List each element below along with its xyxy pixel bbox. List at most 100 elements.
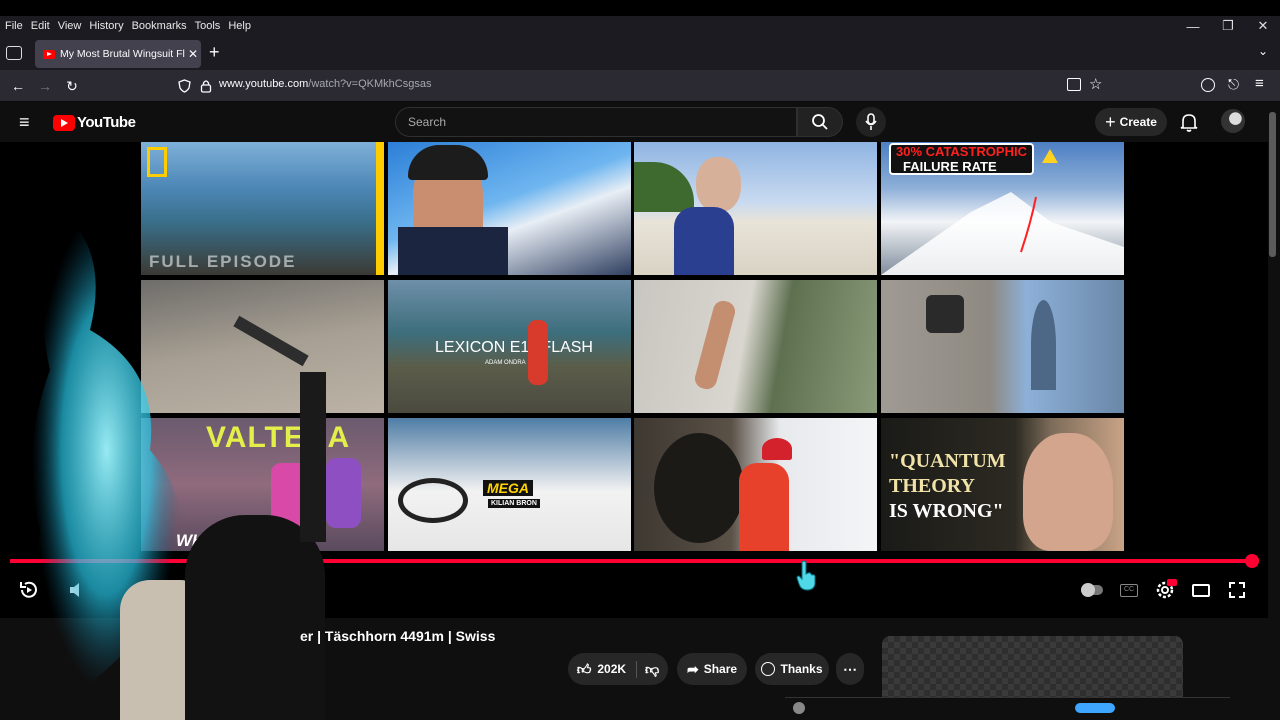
- fullscreen-icon[interactable]: [1226, 579, 1248, 601]
- thanks-button[interactable]: Thanks: [755, 653, 829, 685]
- notifications-bell-icon[interactable]: [1178, 111, 1200, 133]
- bike-wheel-shape: [398, 478, 468, 523]
- tile-caption-3: IS WRONG": [889, 500, 1004, 522]
- create-button[interactable]: + Create: [1095, 108, 1167, 136]
- skyline-shape: [1031, 300, 1056, 390]
- forward-icon[interactable]: →: [34, 76, 56, 96]
- cave-shape: [654, 433, 744, 543]
- person-shirt: [674, 207, 734, 275]
- close-window-icon[interactable]: ✕: [1245, 16, 1280, 36]
- climber-figure: [692, 298, 738, 392]
- tile-caption-2: KILIAN BRON: [488, 499, 540, 508]
- reload-icon[interactable]: ↻: [61, 76, 83, 96]
- endscreen-video-6[interactable]: LEXICON E11 FLASH ADAM ONDRA: [388, 280, 631, 413]
- user-avatar[interactable]: [1221, 109, 1245, 133]
- thumbs-up-icon: 👍︎: [576, 660, 592, 677]
- url-path: /watch?v=QKMkhCsgsas: [308, 78, 432, 90]
- embedded-mini-window: [785, 697, 1230, 720]
- microphone-icon: [865, 113, 877, 130]
- mini-avatar: [793, 702, 805, 714]
- shield-icon[interactable]: [178, 79, 191, 93]
- youtube-header: ≡ YouTube Search + Create: [0, 102, 1280, 142]
- trees-shape: [634, 162, 694, 212]
- microphone-stand: [300, 372, 326, 542]
- menu-bar: File Edit View History Bookmarks Tools H…: [0, 16, 1280, 36]
- tile-caption: "QUANTUM: [889, 450, 1006, 472]
- youtube-favicon-icon: [43, 49, 55, 59]
- list-tabs-icon[interactable]: ⌄: [1258, 44, 1268, 58]
- youtube-play-icon: [53, 114, 75, 131]
- mountain-shape: [881, 192, 1124, 275]
- menu-help[interactable]: Help: [228, 20, 251, 32]
- tile-caption: 30% CATASTROPHIC: [896, 144, 1027, 159]
- search-button[interactable]: [797, 107, 843, 137]
- navigation-bar: ← → ↻ www.youtube.com/watch?v=QKMkhCsgsa…: [0, 70, 1280, 102]
- captions-icon[interactable]: CC: [1118, 579, 1140, 601]
- autoplay-toggle[interactable]: [1081, 579, 1103, 601]
- tab-overview-icon[interactable]: [6, 46, 22, 60]
- person-head: [1023, 433, 1113, 551]
- helmet-shape: [762, 438, 792, 460]
- video-title: er | Täschhorn 4491m | Swiss: [300, 628, 496, 644]
- tile-caption-2: ADAM ONDRA: [485, 360, 526, 366]
- tile-caption-2: FAILURE RATE: [903, 159, 997, 174]
- back-icon[interactable]: ←: [7, 76, 29, 96]
- create-label: Create: [1119, 115, 1157, 129]
- app-menu-icon[interactable]: ≡: [1255, 75, 1264, 92]
- endscreen-video-10[interactable]: MEGA KILIAN BRON: [388, 418, 631, 551]
- share-arrow-icon: ➦: [686, 660, 699, 677]
- restore-icon[interactable]: ❐: [1210, 16, 1246, 36]
- search-input[interactable]: Search: [395, 107, 797, 137]
- like-dislike-group: 👍︎ 202K 👎︎: [568, 653, 668, 685]
- account-icon[interactable]: [1201, 78, 1215, 92]
- endscreen-video-3[interactable]: [634, 142, 877, 275]
- reader-view-icon[interactable]: [1067, 78, 1081, 91]
- climber-jacket-shape: [739, 463, 789, 551]
- share-label: Share: [703, 662, 738, 676]
- endscreen-video-8[interactable]: [881, 280, 1124, 413]
- endscreen-video-2[interactable]: [388, 142, 631, 275]
- minimize-icon[interactable]: —: [1175, 16, 1211, 36]
- climber-figure: [528, 320, 548, 385]
- extensions-icon[interactable]: ⎋: [1228, 76, 1239, 93]
- menu-tools[interactable]: Tools: [195, 20, 221, 32]
- bookmark-star-icon[interactable]: ☆: [1089, 75, 1102, 93]
- tab-close-icon[interactable]: ✕: [185, 47, 201, 61]
- tab-active[interactable]: My Most Brutal Wingsuit Flight ✕: [35, 40, 201, 68]
- settings-gear-icon[interactable]: [1154, 579, 1177, 601]
- tile-caption: MEGA: [483, 480, 533, 496]
- menu-file[interactable]: File: [5, 20, 23, 32]
- menu-history[interactable]: History: [89, 20, 123, 32]
- youtube-logo-text: YouTube: [77, 114, 136, 131]
- thanks-icon: [761, 662, 776, 676]
- hand-cursor-icon: [796, 560, 816, 591]
- tile-caption: LEXICON E11 FLASH: [435, 339, 593, 356]
- menu-bookmarks[interactable]: Bookmarks: [132, 20, 187, 32]
- tab-title: My Most Brutal Wingsuit Flight: [60, 48, 185, 60]
- voice-search-button[interactable]: [856, 107, 886, 137]
- endscreen-video-12[interactable]: "QUANTUM THEORY IS WRONG": [881, 418, 1124, 551]
- guide-menu-icon[interactable]: ≡: [19, 112, 30, 133]
- window-top-strip: [0, 0, 1280, 16]
- thumbs-down-icon[interactable]: 👎︎: [637, 661, 659, 678]
- progress-scrubber[interactable]: [1245, 554, 1259, 568]
- theater-mode-icon[interactable]: [1190, 579, 1212, 601]
- url-host: www.youtube.com: [219, 78, 309, 90]
- like-button[interactable]: 👍︎ 202K: [576, 660, 638, 678]
- share-button[interactable]: ➦ Share: [677, 653, 747, 685]
- youtube-logo[interactable]: YouTube: [53, 114, 136, 131]
- menu-view[interactable]: View: [58, 20, 82, 32]
- mini-subscribe-button: [1075, 703, 1115, 713]
- page-scrollbar[interactable]: [1269, 112, 1276, 257]
- endscreen-video-7[interactable]: [634, 280, 877, 413]
- url-bar[interactable]: www.youtube.com/watch?v=QKMkhCsgsas: [219, 78, 431, 90]
- lock-icon[interactable]: [200, 79, 212, 93]
- tile-caption-2: THEORY: [889, 475, 975, 497]
- endscreen-video-11[interactable]: [634, 418, 877, 551]
- menu-edit[interactable]: Edit: [31, 20, 50, 32]
- more-actions-icon[interactable]: ⋯: [836, 653, 864, 685]
- tile-caption: VALTERA: [206, 421, 351, 454]
- thanks-label: Thanks: [780, 662, 823, 676]
- new-tab-icon[interactable]: +: [209, 42, 220, 63]
- endscreen-video-4[interactable]: 30% CATASTROPHIC FAILURE RATE: [881, 142, 1124, 275]
